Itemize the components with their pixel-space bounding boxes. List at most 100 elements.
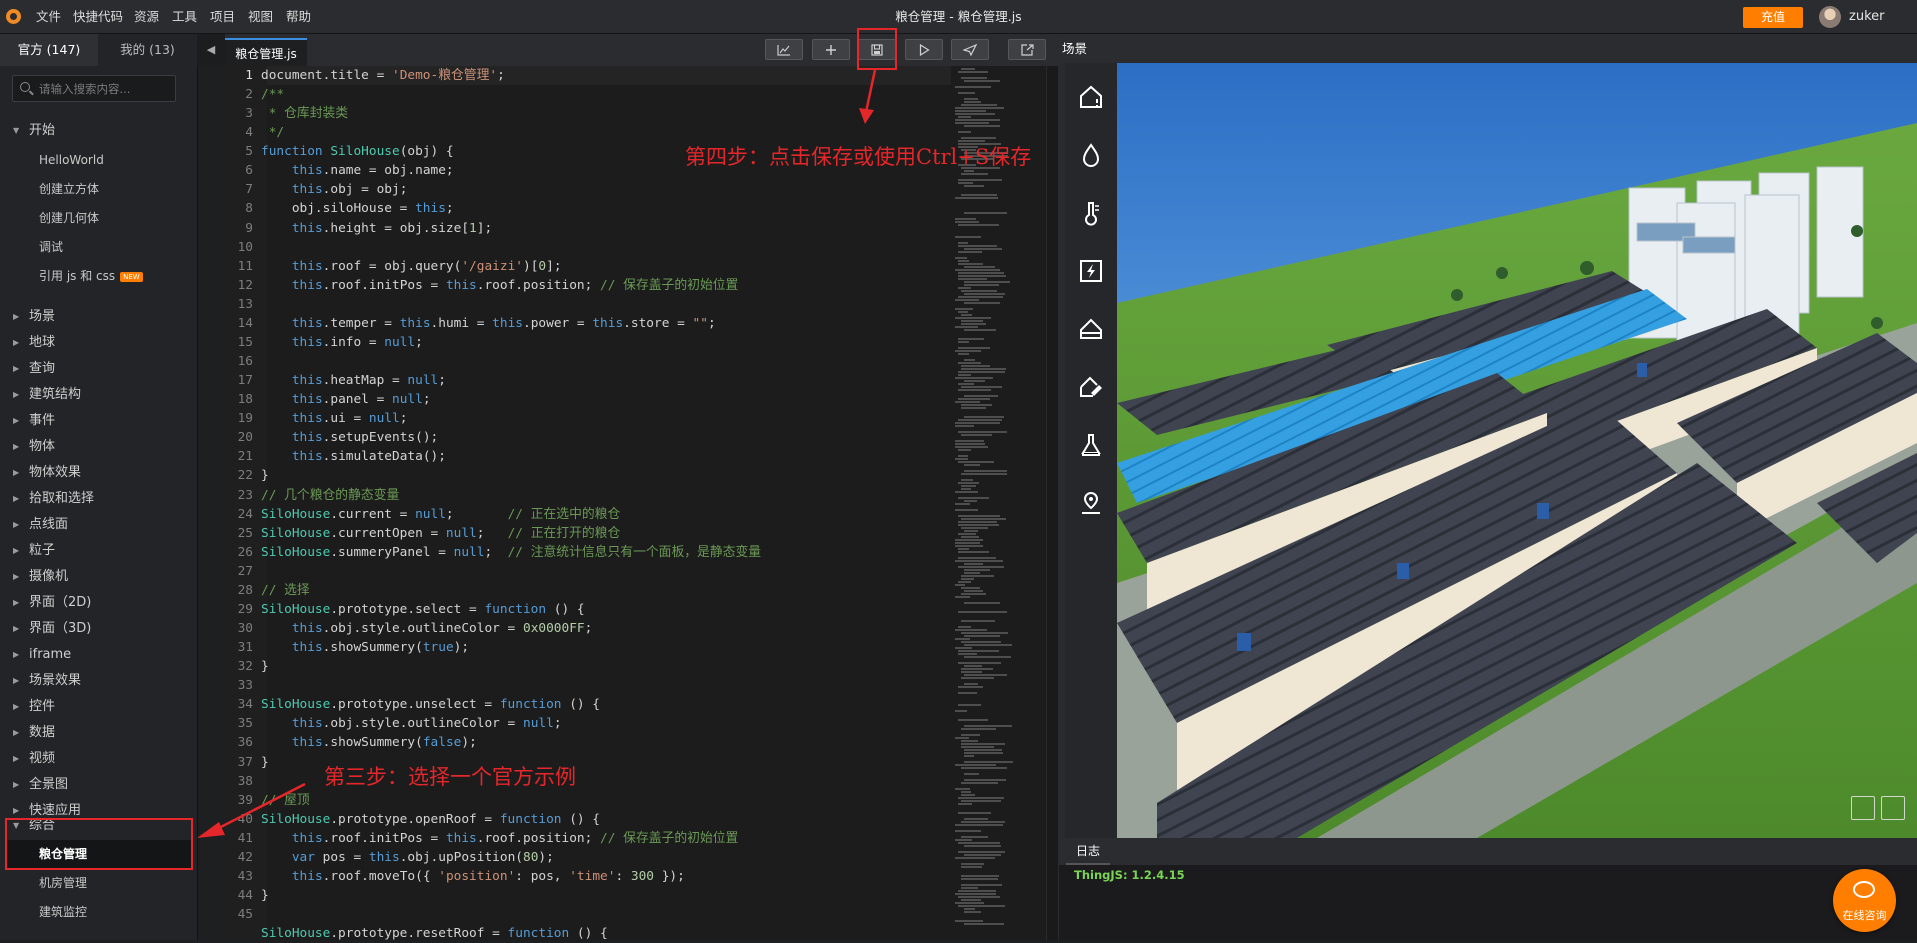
code-token: .roof.position; — [476, 277, 601, 293]
tree-item-helloworld[interactable]: HelloWorld — [0, 146, 197, 175]
username[interactable]: zuker — [1849, 0, 1884, 33]
minimap-line — [961, 782, 998, 784]
code-token: .showSummery( — [322, 735, 423, 751]
tree-group-category[interactable]: ▶ 地球 — [0, 330, 197, 356]
code-token: ); — [453, 640, 470, 656]
minimap-line — [955, 377, 993, 379]
tree-group-category[interactable]: ▶ 场景 — [0, 304, 197, 330]
code-token: null — [415, 506, 446, 522]
minimap-line — [964, 602, 1000, 604]
tree-group-category[interactable]: ▶ 全景图 — [0, 772, 197, 798]
code-token: this — [291, 182, 323, 198]
tree-group-category[interactable]: ▶ 物体 — [0, 434, 197, 460]
code-token: .setupEvents(); — [322, 430, 439, 446]
tab-mine[interactable]: 我的 (13) — [98, 34, 197, 66]
search-input[interactable] — [39, 76, 169, 101]
minimap-line — [955, 764, 996, 766]
tree-item-create-cube[interactable]: 创建立方体 — [0, 175, 197, 204]
chart-button[interactable] — [765, 39, 803, 60]
open-external-button[interactable] — [1008, 39, 1046, 60]
line-number: 28 — [237, 582, 253, 598]
tree-group-category[interactable]: ▶ 控件 — [0, 694, 197, 720]
tab-scene[interactable]: 场景 — [1059, 34, 1125, 63]
code-line: this.ui = null; — [261, 409, 408, 428]
line-number: 21 — [237, 449, 253, 465]
tree-group-label: 场景 — [29, 309, 56, 324]
tree-group-category[interactable]: ▶ 事件 — [0, 408, 197, 434]
minimap-line — [955, 350, 981, 352]
minimap-line — [961, 536, 979, 538]
tree-item-create-geometry[interactable]: 创建几何体 — [0, 204, 197, 233]
tree-group-category[interactable]: ▶ 拾取和选择 — [0, 486, 197, 512]
minimap-line — [955, 560, 1003, 562]
caret-right-icon: ▶ — [13, 780, 20, 789]
tree-item-building-monitoring[interactable]: 建筑监控 — [0, 898, 197, 927]
minimap-line — [964, 818, 988, 820]
minimap-line — [964, 923, 1004, 925]
add-button[interactable] — [812, 39, 850, 60]
line-number: 42 — [237, 849, 253, 865]
scene-viewport[interactable] — [1117, 63, 1917, 838]
tree-group-category[interactable]: ▶ 界面（3D) — [0, 616, 197, 642]
recharge-button[interactable]: 充值 — [1743, 7, 1803, 28]
code-token: : — [615, 868, 631, 884]
tree-group-category[interactable]: ▶ 点线面 — [0, 512, 197, 538]
collapse-sidebar-icon[interactable]: ◀ — [197, 34, 226, 66]
tree-group-category[interactable]: ▶ 摄像机 — [0, 564, 197, 590]
minimap-line — [955, 446, 988, 448]
minimap-line — [958, 242, 968, 244]
tree-group-category[interactable]: ▶ 查询 — [0, 356, 197, 382]
publish-button[interactable] — [951, 39, 989, 60]
code-token: ; — [476, 525, 508, 541]
line-number: 7 — [245, 182, 253, 198]
code-line: this.roof.moveTo({ 'position': pos, 'tim… — [261, 867, 685, 886]
popout-view-icon[interactable] — [1851, 796, 1875, 820]
scene-tool-flask[interactable] — [1065, 418, 1117, 470]
code-line: } — [261, 753, 269, 772]
run-button[interactable] — [905, 39, 943, 60]
minimap-line — [958, 611, 1007, 613]
tab-official[interactable]: 官方 (147) — [0, 34, 98, 66]
fullscreen-icon[interactable] — [1881, 796, 1905, 820]
scene-tool-warehouse-alert[interactable] — [1065, 70, 1117, 122]
user-avatar[interactable] — [1819, 6, 1841, 28]
code-token: .summeryPanel = — [330, 544, 454, 560]
tree-group-label: 场景效果 — [29, 673, 82, 688]
tree-item-label: 机房管理 — [39, 876, 88, 890]
code-token: }); — [654, 868, 685, 884]
tree-group-category[interactable]: ▶ 场景效果 — [0, 668, 197, 694]
tree-group-category[interactable]: ▶ 数据 — [0, 720, 197, 746]
tree-group-start[interactable]: ▼ 开始 — [0, 118, 197, 144]
minimap-line — [958, 92, 975, 94]
code-token: (obj) { — [399, 144, 454, 160]
minimap-line — [961, 77, 987, 79]
minimap-line — [955, 269, 1000, 271]
panel-splitter[interactable] — [1058, 34, 1065, 940]
scene-tool-warehouse-edit[interactable] — [1065, 360, 1117, 412]
tree-group-category[interactable]: ▶ 视频 — [0, 746, 197, 772]
scene-tool-location[interactable] — [1065, 476, 1117, 528]
tree-item-include-js-css[interactable]: 引用 js 和 css NEW — [0, 262, 197, 291]
tree-item-server-room-management[interactable]: 机房管理 — [0, 869, 197, 898]
tree-group-category[interactable]: ▶ 界面（2D) — [0, 590, 197, 616]
thermometer-icon — [1085, 202, 1099, 226]
file-tab[interactable]: 粮仓管理.js — [225, 38, 307, 66]
minimap-line — [961, 386, 1002, 388]
code-minimap[interactable] — [955, 66, 1045, 940]
minimap-line — [961, 899, 981, 901]
line-number: 3 — [245, 106, 253, 122]
scene-tool-temperature[interactable] — [1065, 186, 1117, 238]
tree-group-category[interactable]: ▶ 建筑结构 — [0, 382, 197, 408]
tree-group-category[interactable]: ▶ 物体效果 — [0, 460, 197, 486]
scene-tool-humidity[interactable] — [1065, 128, 1117, 180]
tab-log[interactable]: 日志 — [1066, 838, 1110, 865]
tree-item-debug[interactable]: 调试 — [0, 233, 197, 262]
scene-tool-power[interactable] — [1065, 244, 1117, 296]
code-token: this — [291, 640, 323, 656]
code-token: .simulateData(); — [322, 449, 446, 465]
scene-tool-storage[interactable] — [1065, 302, 1117, 354]
log-console[interactable] — [1059, 865, 1917, 940]
tree-group-category[interactable]: ▶ iframe — [0, 642, 197, 668]
tree-group-category[interactable]: ▶ 粒子 — [0, 538, 197, 564]
